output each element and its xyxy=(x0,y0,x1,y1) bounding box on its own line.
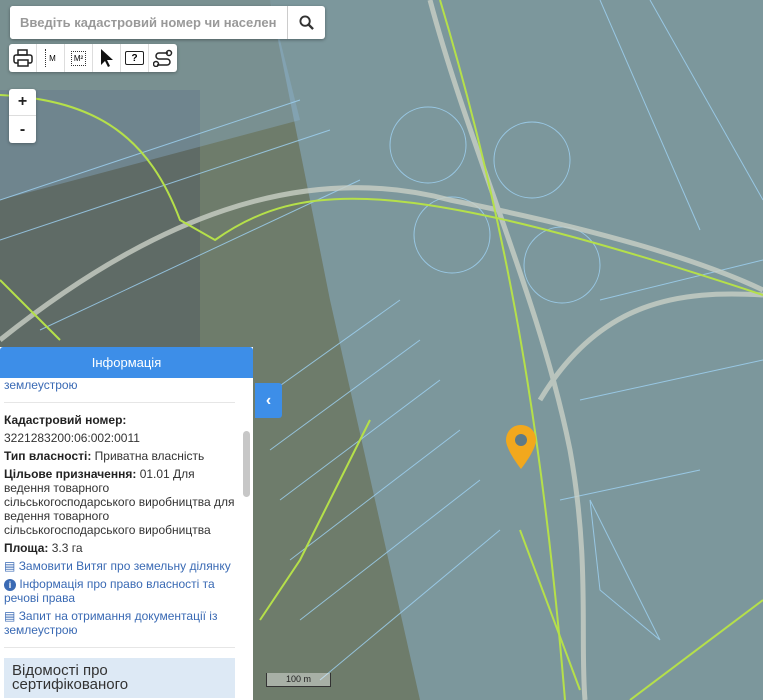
document-icon: ▤ xyxy=(4,609,16,623)
panel-scrollbar[interactable] xyxy=(243,431,250,497)
divider xyxy=(4,402,235,403)
zoom-out-button[interactable]: - xyxy=(9,116,36,143)
scale-bar: 100 m xyxy=(266,673,331,687)
info-panel: Інформація землеустрою Кадастровий номер… xyxy=(0,347,253,700)
help-button[interactable]: ? xyxy=(121,44,149,72)
info-icon: i xyxy=(4,579,16,591)
map-toolbar: M M² ? xyxy=(9,44,177,72)
search-input[interactable] xyxy=(10,6,287,39)
certified-engineer-section: Відомості про сертифікованого xyxy=(4,658,235,698)
measure-length-button[interactable]: M xyxy=(37,44,65,72)
zoom-in-button[interactable]: + xyxy=(9,89,36,116)
zoom-control: + - xyxy=(9,89,36,143)
prev-link-fragment[interactable]: землеустрою xyxy=(4,378,235,392)
search-bar xyxy=(10,6,325,39)
print-button[interactable] xyxy=(9,44,37,72)
purpose: Цільове призначення: 01.01 Для ведення т… xyxy=(4,467,235,537)
cursor-icon xyxy=(100,49,113,67)
location-marker-icon[interactable] xyxy=(505,424,537,475)
search-button[interactable] xyxy=(287,6,325,39)
panel-body: землеустрою Кадастровий номер: 322128320… xyxy=(0,378,239,700)
collapse-panel-button[interactable]: ‹ xyxy=(255,383,282,418)
ownership-type: Тип власності: Приватна власність xyxy=(4,449,205,463)
select-button[interactable] xyxy=(93,44,121,72)
printer-icon xyxy=(12,49,33,67)
search-icon xyxy=(299,15,314,30)
measure-area-button[interactable]: M² xyxy=(65,44,93,72)
monitor-help-icon: ? xyxy=(125,51,144,65)
ownership-info-link[interactable]: i Інформація про право власності та речо… xyxy=(4,577,235,605)
route-icon xyxy=(153,49,173,67)
cadastral-label: Кадастровий номер: xyxy=(4,413,127,427)
documentation-request-link[interactable]: ▤ Запит на отримання документації із зем… xyxy=(4,609,235,637)
route-button[interactable] xyxy=(149,44,177,72)
document-icon: ▤ xyxy=(4,559,16,573)
area: Площа: 3.3 га xyxy=(4,541,83,555)
area-icon: M² xyxy=(70,50,87,66)
order-extract-link[interactable]: ▤ Замовити Витяг про земельну ділянку xyxy=(4,559,235,573)
cadastral-number: 3221283200:06:002:0011 xyxy=(4,431,140,445)
divider xyxy=(4,647,235,648)
panel-title: Інформація xyxy=(0,347,253,378)
ruler-icon: M xyxy=(45,49,56,67)
